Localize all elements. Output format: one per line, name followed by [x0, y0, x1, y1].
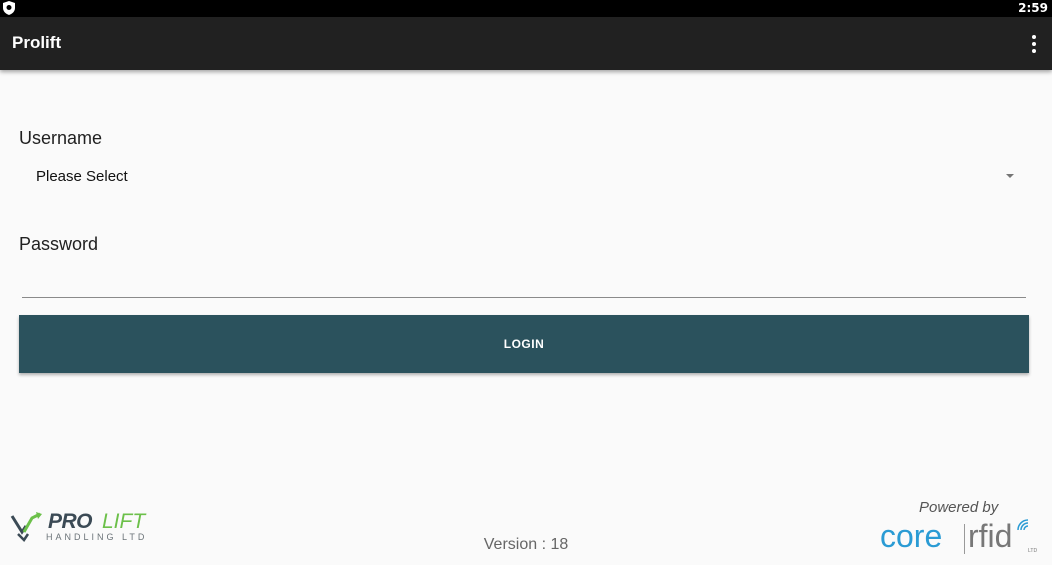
status-bar: 2:59 — [0, 0, 1052, 17]
status-clock: 2:59 — [1018, 1, 1048, 15]
app-bar: Prolift — [0, 17, 1052, 70]
username-dropdown[interactable]: Please Select — [22, 160, 1026, 194]
logo-lift-text: LIFT — [102, 510, 146, 533]
more-vert-icon[interactable] — [1030, 35, 1038, 53]
powered-by-text: Powered by — [919, 499, 999, 516]
app-title: Prolift — [12, 33, 62, 52]
login-button[interactable]: LOGIN — [19, 315, 1029, 373]
brand-core-text: core — [880, 518, 943, 554]
dropdown-arrow-icon — [1006, 174, 1014, 178]
brand-rfid-text: rfid — [968, 518, 1013, 554]
password-input[interactable] — [22, 264, 1026, 298]
brand-ltd-text: LTD — [1028, 548, 1038, 554]
password-label: Password — [19, 234, 99, 254]
logo-pro-text: PRO — [48, 510, 93, 533]
corerfid-logo: core rfid LTD — [880, 518, 1040, 558]
wireless-waves-icon — [1017, 519, 1029, 531]
username-label: Username — [19, 128, 103, 148]
shield-icon — [3, 1, 15, 15]
username-selected-value: Please Select — [36, 168, 128, 185]
brand-separator — [964, 524, 965, 554]
